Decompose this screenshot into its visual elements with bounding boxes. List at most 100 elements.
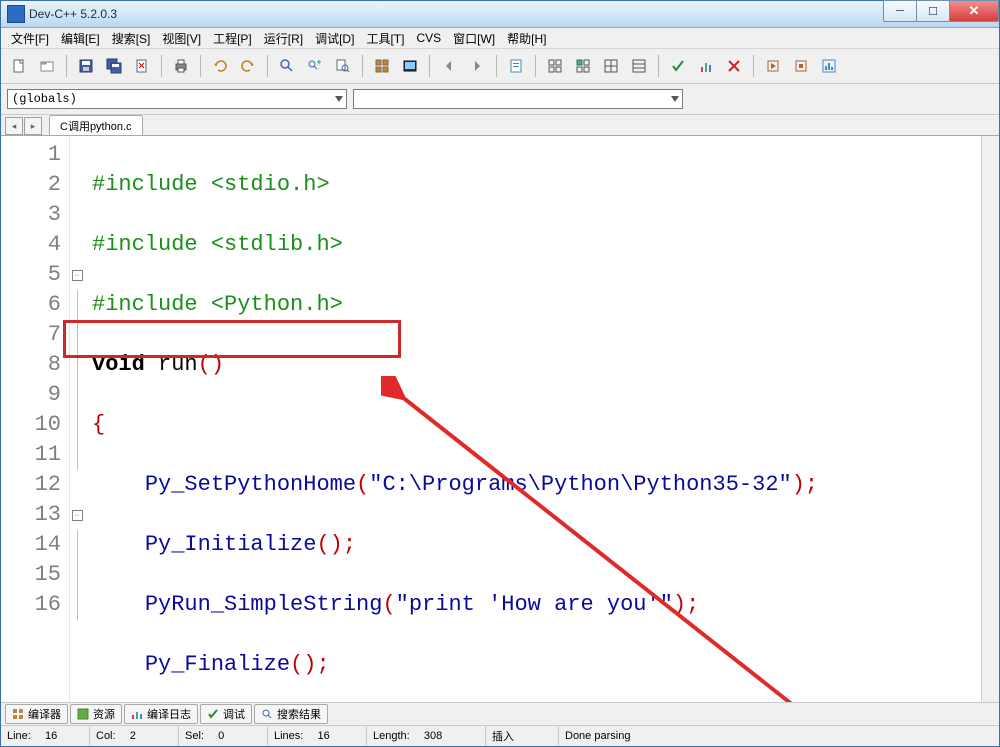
debug-icon	[765, 58, 781, 74]
menu-cvs[interactable]: CVS	[410, 30, 447, 46]
check-icon	[670, 58, 686, 74]
grid-icon	[547, 58, 563, 74]
status-message: Done parsing	[565, 730, 630, 742]
undo-button[interactable]	[208, 54, 232, 78]
tab-next-button[interactable]: ▸	[24, 117, 42, 135]
back-button[interactable]	[437, 54, 461, 78]
toolbar-separator	[535, 55, 536, 77]
new-file-button[interactable]	[7, 54, 31, 78]
save-icon	[78, 58, 94, 74]
find-in-files-button[interactable]	[331, 54, 355, 78]
menu-project[interactable]: 工程[P]	[207, 29, 258, 48]
symbol-dropdown[interactable]	[353, 89, 683, 109]
menu-view[interactable]: 视图[V]	[156, 29, 207, 48]
close-file-icon	[134, 58, 150, 74]
grid4-button[interactable]	[627, 54, 651, 78]
fold-column: − −	[70, 136, 84, 702]
profile-icon	[821, 58, 837, 74]
bookmark-button[interactable]	[504, 54, 528, 78]
menu-window[interactable]: 窗口[W]	[447, 29, 501, 48]
line-number: 16	[1, 590, 61, 620]
maximize-button[interactable]: ☐	[916, 0, 950, 22]
toolbar	[1, 49, 999, 84]
new-project-button[interactable]	[35, 54, 59, 78]
menu-run[interactable]: 运行[R]	[258, 29, 309, 48]
menu-tool[interactable]: 工具[T]	[360, 29, 410, 48]
profile-button[interactable]	[817, 54, 841, 78]
menu-search[interactable]: 搜索[S]	[106, 29, 157, 48]
file-tab[interactable]: C调用python.c	[49, 115, 143, 135]
titlebar[interactable]: Dev-C++ 5.2.0.3 ─ ☐ ✕	[1, 1, 999, 28]
forward-icon	[469, 58, 485, 74]
line-number: 8	[1, 350, 61, 380]
toolbar-separator	[753, 55, 754, 77]
grid3-button[interactable]	[599, 54, 623, 78]
save-button[interactable]	[74, 54, 98, 78]
status-lines-label: Lines:	[274, 730, 303, 742]
app-window: Dev-C++ 5.2.0.3 ─ ☐ ✕ 文件[F] 编辑[E] 搜索[S] …	[0, 0, 1000, 747]
toolbar-separator	[362, 55, 363, 77]
toolbar-separator	[200, 55, 201, 77]
debug-start-button[interactable]	[761, 54, 785, 78]
toolbar-separator	[658, 55, 659, 77]
close-file-button[interactable]	[130, 54, 154, 78]
bar-chart-icon	[131, 708, 143, 720]
status-sel-label: Sel:	[185, 730, 204, 742]
run-button[interactable]	[398, 54, 422, 78]
menu-help[interactable]: 帮助[H]	[501, 29, 552, 48]
close-button[interactable]: ✕	[949, 0, 999, 22]
tab-prev-button[interactable]: ◂	[5, 117, 23, 135]
code-area[interactable]: #include <stdio.h> #include <stdlib.h> #…	[84, 136, 981, 702]
toolbar-separator	[496, 55, 497, 77]
line-number: 6	[1, 290, 61, 320]
close-icon: ✕	[969, 3, 980, 19]
grid1-button[interactable]	[543, 54, 567, 78]
file-tab-bar: ◂ ▸ C调用python.c	[1, 115, 999, 136]
toolbar-separator	[161, 55, 162, 77]
line-number: 15	[1, 560, 61, 590]
replace-icon	[307, 58, 323, 74]
tab-compiler[interactable]: 编译器	[5, 704, 68, 724]
save-all-button[interactable]	[102, 54, 126, 78]
replace-button[interactable]	[303, 54, 327, 78]
tab-debug[interactable]: 调试	[200, 704, 252, 724]
redo-button[interactable]	[236, 54, 260, 78]
maximize-icon: ☐	[928, 5, 938, 18]
minimize-button[interactable]: ─	[883, 0, 917, 22]
chevron-right-icon: ▸	[31, 121, 36, 132]
minimize-icon: ─	[896, 5, 904, 17]
menu-debug[interactable]: 调试[D]	[309, 29, 360, 48]
delete-button[interactable]	[722, 54, 746, 78]
forward-button[interactable]	[465, 54, 489, 78]
menubar: 文件[F] 编辑[E] 搜索[S] 视图[V] 工程[P] 运行[R] 调试[D…	[1, 28, 999, 49]
print-button[interactable]	[169, 54, 193, 78]
stats-button[interactable]	[694, 54, 718, 78]
redo-icon	[240, 58, 256, 74]
grid-icon	[575, 58, 591, 74]
compile-button[interactable]	[370, 54, 394, 78]
line-number: 10	[1, 410, 61, 440]
check-button[interactable]	[666, 54, 690, 78]
grid2-button[interactable]	[571, 54, 595, 78]
tab-search-results[interactable]: 搜索结果	[254, 704, 328, 724]
tab-compile-log[interactable]: 编译日志	[124, 704, 198, 724]
fold-toggle[interactable]: −	[72, 270, 83, 281]
line-number: 4	[1, 230, 61, 260]
debug-stop-button[interactable]	[789, 54, 813, 78]
line-number: 7	[1, 320, 61, 350]
code-editor[interactable]: 1 2 3 4 5 6 7 8 9 10 11 12 13 14 15 16 −…	[1, 136, 999, 702]
globals-dropdown[interactable]: (globals)	[7, 89, 347, 109]
stop-icon	[793, 58, 809, 74]
compile-icon	[374, 58, 390, 74]
fold-toggle[interactable]: −	[72, 510, 83, 521]
find-button[interactable]	[275, 54, 299, 78]
menu-file[interactable]: 文件[F]	[5, 29, 55, 48]
new-project-icon	[39, 58, 55, 74]
line-number: 1	[1, 140, 61, 170]
vertical-scrollbar[interactable]	[981, 136, 999, 702]
toolbar-separator	[429, 55, 430, 77]
tab-resource[interactable]: 资源	[70, 704, 122, 724]
line-number: 2	[1, 170, 61, 200]
bar-chart-icon	[698, 58, 714, 74]
menu-edit[interactable]: 编辑[E]	[55, 29, 106, 48]
